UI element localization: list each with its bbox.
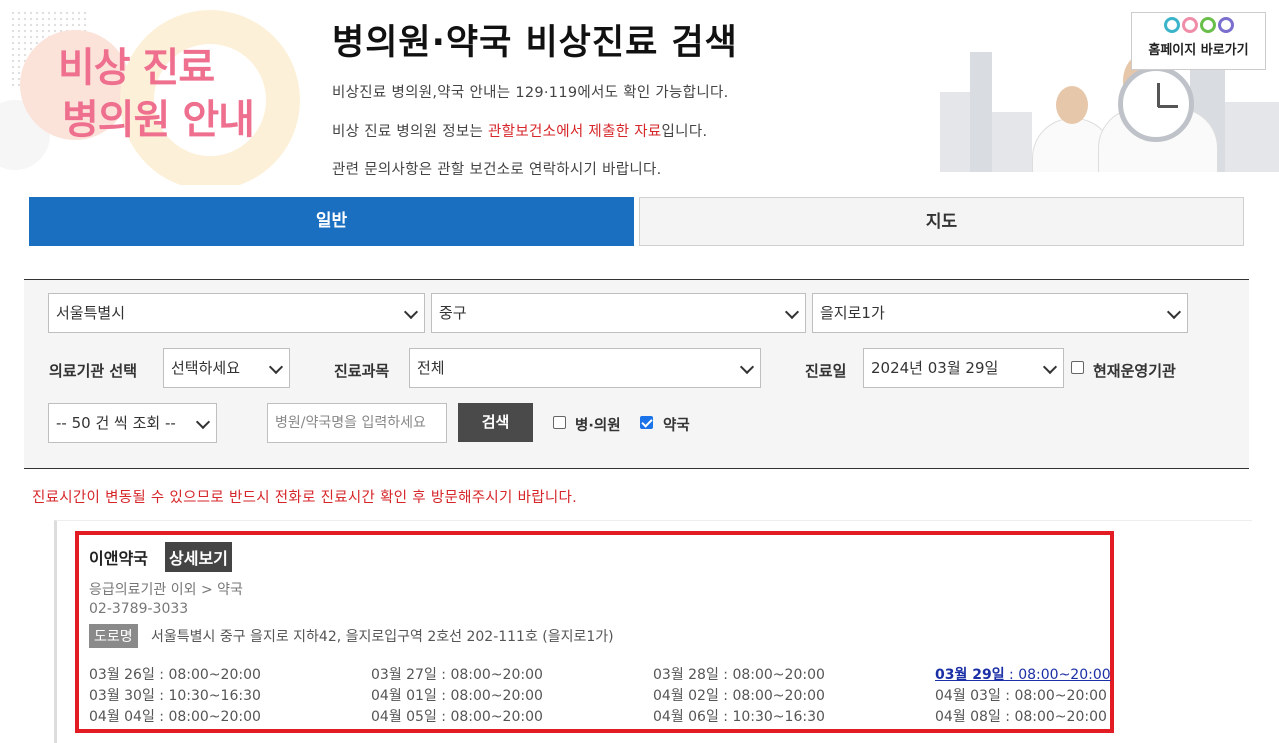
road-address-badge: 도로명: [89, 624, 138, 648]
page-size-select[interactable]: -- 50 건 씩 조회 --: [48, 403, 217, 443]
chevron-down-icon: [268, 359, 284, 375]
chevron-down-icon: [739, 359, 755, 375]
schedule-item: 04월 02일 : 08:00~20:00: [653, 687, 935, 705]
schedule-item: 04월 03일 : 08:00~20:00: [935, 687, 1109, 705]
hospital-checkbox[interactable]: [553, 416, 566, 429]
schedule-item: 04월 08일 : 08:00~20:00: [935, 708, 1109, 726]
schedule-time: : 08:00~20:00: [1000, 688, 1107, 704]
search-panel: 서울특별시 중구 을지로1가 의료기관 선택 선택하세요 진료과목 전체 진료일…: [24, 279, 1249, 469]
schedule-date: 04월 04일: [89, 709, 155, 725]
schedule-date: 04월 03일: [935, 688, 1001, 704]
chevron-down-icon: [1042, 359, 1058, 375]
schedule-date: 04월 08일: [935, 709, 1001, 725]
schedule-date: 03월 28일: [653, 667, 719, 683]
schedule-grid: 03월 26일 : 08:00~20:00 03월 27일 : 08:00~20:…: [89, 666, 1111, 726]
schedule-date: 04월 06일: [653, 709, 719, 725]
chevron-down-icon: [403, 304, 419, 320]
result-name: 이앤약국: [89, 549, 148, 568]
dept-label: 진료과목: [334, 362, 390, 380]
schedule-item: 03월 27일 : 08:00~20:00: [371, 666, 653, 684]
schedule-time: : 08:00~20:00: [436, 709, 543, 725]
name-search-input[interactable]: 병원/약국명을 입력하세요: [267, 403, 447, 443]
schedule-time: : 08:00~20:00: [1004, 667, 1111, 683]
schedule-time: : 10:30~16:30: [718, 709, 825, 725]
dong-select-value: 을지로1가: [820, 304, 885, 322]
facility-label: 의료기관 선택: [49, 362, 138, 380]
banner-title-line1: 비상 진료: [58, 45, 215, 91]
schedule-date: 04월 02일: [653, 688, 719, 704]
schedule-time: : 08:00~20:00: [1000, 709, 1107, 725]
result-category: 응급의료기관 이외 > 약국: [89, 582, 243, 598]
homepage-link-label: 홈페이지 바로가기: [1148, 43, 1249, 58]
info-line-2-highlight: 관할보건소에서 제출한 자료: [488, 124, 662, 140]
schedule-item: 04월 01일 : 08:00~20:00: [371, 687, 653, 705]
schedule-item: 03월 30일 : 10:30~16:30: [89, 687, 371, 705]
schedule-item[interactable]: 03월 29일 : 08:00~20:00: [935, 666, 1111, 684]
dong-select[interactable]: 을지로1가: [812, 293, 1188, 333]
chevron-down-icon: [1166, 304, 1182, 320]
schedule-date: 03월 29일: [935, 667, 1005, 683]
facility-select-value: 선택하세요: [171, 359, 241, 377]
info-line-3: 관련 문의사항은 관할 보건소로 연락하시기 바랍니다.: [332, 162, 662, 178]
banner-graphic-title: 비상 진료 병의원 안내: [58, 42, 255, 146]
facility-select[interactable]: 선택하세요: [163, 348, 290, 388]
homepage-link-button[interactable]: 홈페이지 바로가기: [1131, 12, 1266, 70]
pharmacy-checkbox[interactable]: [640, 416, 653, 429]
dept-select[interactable]: 전체: [409, 348, 761, 388]
tab-general[interactable]: 일반: [29, 197, 634, 246]
schedule-time: : 08:00~20:00: [436, 688, 543, 704]
page-title: 병의원·약국 비상진료 검색: [332, 23, 738, 63]
schedule-time: : 08:00~20:00: [154, 709, 261, 725]
schedule-item: 03월 28일 : 08:00~20:00: [653, 666, 935, 684]
notice-text: 진료시간이 변동될 수 있으므로 반드시 전화로 진료시간 확인 후 방문해주시…: [32, 490, 578, 506]
schedule-item: 03월 26일 : 08:00~20:00: [89, 666, 371, 684]
schedule-date: 03월 30일: [89, 688, 155, 704]
chevron-down-icon: [784, 304, 800, 320]
egen-logo-icon: [1132, 17, 1265, 39]
schedule-time: : 08:00~20:00: [436, 667, 543, 683]
search-button[interactable]: 검색: [458, 403, 533, 442]
dept-select-value: 전체: [417, 359, 445, 377]
pharmacy-label: 약국: [663, 418, 690, 434]
district-select-value: 중구: [439, 304, 467, 322]
banner-title-line2: 병의원 안내: [62, 97, 255, 143]
schedule-time: : 08:00~20:00: [718, 667, 825, 683]
info-line-2: 비상 진료 병의원 정보는 관할보건소에서 제출한 자료입니다.: [332, 120, 707, 141]
date-select-value: 2024년 03월 29일: [871, 359, 999, 377]
hospital-label: 병·의원: [575, 418, 621, 434]
city-select-value: 서울특별시: [56, 304, 126, 322]
schedule-item: 04월 04일 : 08:00~20:00: [89, 708, 371, 726]
date-select[interactable]: 2024년 03월 29일: [863, 348, 1064, 388]
info-line-1: 비상진료 병의원,약국 안내는 129·119에서도 확인 가능합니다.: [332, 85, 729, 101]
banner-illustration: 비상 진료 병의원 안내: [0, 0, 320, 185]
schedule-date: 03월 27일: [371, 667, 437, 683]
schedule-date: 04월 05일: [371, 709, 437, 725]
schedule-item: 04월 06일 : 10:30~16:30: [653, 708, 935, 726]
clock-icon: [1118, 66, 1194, 142]
schedule-date: 04월 01일: [371, 688, 437, 704]
schedule-time: : 10:30~16:30: [154, 688, 261, 704]
detail-button[interactable]: 상세보기: [165, 542, 232, 572]
chevron-down-icon: [195, 414, 211, 430]
name-search-placeholder: 병원/약국명을 입력하세요: [275, 415, 426, 431]
info-line-2-suffix: 입니다.: [661, 124, 708, 140]
page-size-select-value: -- 50 건 씩 조회 --: [56, 414, 176, 432]
result-item: 이앤약국 상세보기 응급의료기관 이외 > 약국 02-3789-3033 도로…: [75, 531, 1114, 733]
info-line-2-prefix: 비상 진료 병의원 정보는: [332, 124, 489, 140]
open-now-label: 현재운영기관: [1093, 362, 1176, 380]
schedule-time: : 08:00~20:00: [718, 688, 825, 704]
schedule-item: 04월 05일 : 08:00~20:00: [371, 708, 653, 726]
schedule-time: : 08:00~20:00: [154, 667, 261, 683]
district-select[interactable]: 중구: [431, 293, 806, 333]
schedule-date: 03월 26일: [89, 667, 155, 683]
city-select[interactable]: 서울특별시: [48, 293, 425, 333]
result-phone: 02-3789-3033: [89, 601, 189, 617]
result-address: 서울특별시 중구 을지로 지하42, 을지로입구역 2호선 202-111호 (…: [151, 629, 614, 645]
date-label: 진료일: [805, 362, 847, 380]
open-now-checkbox[interactable]: [1071, 361, 1084, 374]
tab-map[interactable]: 지도: [639, 197, 1244, 246]
